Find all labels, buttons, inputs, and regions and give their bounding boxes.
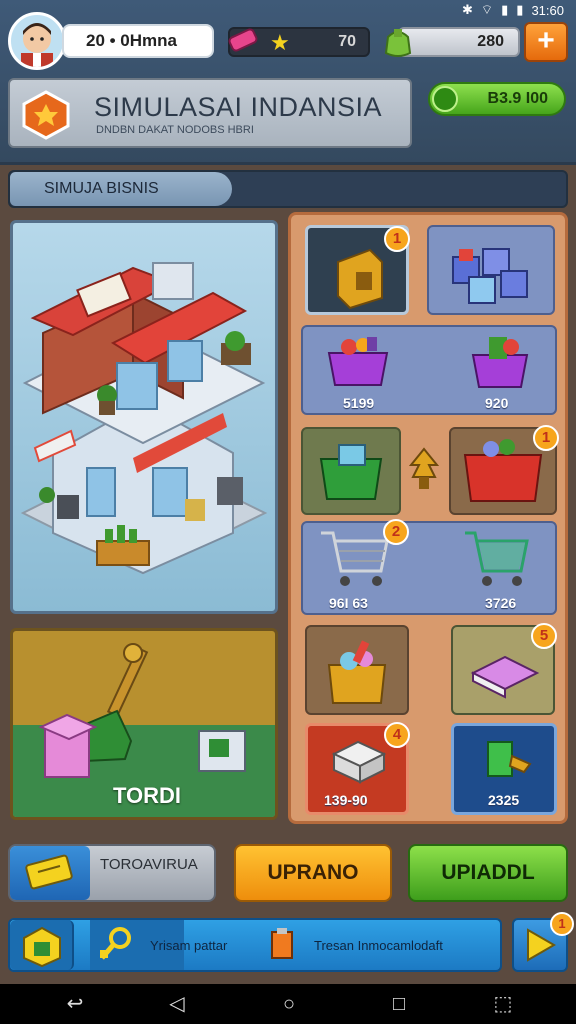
key-icon <box>100 927 131 960</box>
money-bag-icon <box>384 29 412 57</box>
alarm-icon: ✱ <box>462 2 473 17</box>
green-cart-icon <box>465 531 529 586</box>
browse-label: TOROAVIRUA <box>100 856 198 873</box>
status-bar: ✱ ⌔ ▮ ▮ 31:60 <box>462 2 564 18</box>
gem-counter[interactable]: ★ 70 <box>228 27 370 57</box>
shop-badge-icon <box>23 926 61 968</box>
green-tool-icon <box>487 741 532 777</box>
clock-text: 31:60 <box>531 2 564 18</box>
store-building-illustration <box>20 262 268 575</box>
item-badge: 2 <box>383 519 409 545</box>
clipboard-icon[interactable] <box>268 928 296 962</box>
section-strip: SIMUJA BISNIS <box>8 170 568 208</box>
item-cell-r1c2[interactable] <box>427 225 555 315</box>
tab-business-sim[interactable]: SIMUJA BISNIS <box>10 172 232 206</box>
item-price: 96I 63 <box>329 595 368 611</box>
back-arrow-icon[interactable]: ↩ <box>60 990 90 1018</box>
money-counter[interactable]: 280 <box>384 27 520 57</box>
item-cell-r6c2[interactable]: 2325 <box>451 723 557 815</box>
item-price: 139-90 <box>324 792 368 808</box>
home-circle-icon[interactable]: ○ <box>274 990 304 1018</box>
supply-scene[interactable]: TORDI <box>10 628 278 820</box>
cash-icon <box>432 86 458 112</box>
cash-value: B3.9 I00 <box>487 90 548 107</box>
item-row-4[interactable]: 2 96I 63 3726 <box>301 519 557 615</box>
browse-icon-box <box>10 846 90 900</box>
home-button[interactable] <box>10 920 74 970</box>
screenshot-icon[interactable]: ⬚ <box>488 990 518 1018</box>
next-badge: 1 <box>550 912 574 936</box>
game-subtitle: DNDBN DAKAT NODOBS HBRI <box>96 124 254 136</box>
upgrade-green-button[interactable]: UPIADDL <box>408 844 568 902</box>
item-cell-r3c2[interactable]: 1 <box>449 425 559 515</box>
item-badge: 1 <box>384 226 410 252</box>
gem-value: 70 <box>338 33 356 50</box>
player-name-badge[interactable]: 20 • 0Hmna <box>62 24 214 58</box>
shopping-cart-icon <box>321 531 389 586</box>
store-scene[interactable] <box>10 220 278 614</box>
item-price: 920 <box>485 395 509 411</box>
item-cell-r5c2[interactable]: 5 <box>451 623 557 715</box>
signal-icon: ▮ <box>501 2 509 17</box>
blue-boxes-icon <box>452 248 528 304</box>
wifi-icon: ⌔ <box>480 2 494 17</box>
section-label: SIMUJA BISNIS <box>44 180 159 197</box>
system-nav-bar: ↩ ◁ ○ □ ⬚ <box>0 984 576 1024</box>
supply-label: TORDI <box>112 783 182 808</box>
add-currency-button[interactable]: + <box>524 22 568 62</box>
browse-button[interactable]: TOROAVIRUA <box>8 844 216 902</box>
money-value: 280 <box>477 33 504 50</box>
game-title: SIMULASAI INDANSIA <box>94 92 383 122</box>
title-panel: SIMULASAI INDANSIA DNDBN DAKAT NODOBS HB… <box>8 78 412 148</box>
items-panel: 1 5199 920 1 2 96I 63 3726 5 4 139-90 23… <box>288 212 568 824</box>
recents-square-icon[interactable]: □ <box>384 990 414 1018</box>
bottom-toolbar: Yrisam pattar Tresan Inmocamlodaft <box>8 918 502 972</box>
avatar[interactable] <box>8 12 66 70</box>
back-triangle-icon[interactable]: ◁ <box>162 990 192 1018</box>
purple-basket-icon <box>327 337 389 386</box>
battery-icon: ▮ <box>516 2 524 17</box>
item-cell-r6c1[interactable]: 4 139-90 <box>305 722 410 815</box>
item-badge: 1 <box>533 425 559 451</box>
next-button[interactable]: 1 <box>512 912 574 972</box>
ticket-icon <box>25 854 73 890</box>
plant-icon <box>409 447 439 489</box>
tool-text: Tresan Inmocamlodaft <box>314 938 443 953</box>
star-icon: ★ <box>270 30 290 55</box>
item-badge: 5 <box>531 623 557 649</box>
item-price: 2325 <box>488 792 520 808</box>
cash-balance-button[interactable]: B3.9 I00 <box>428 82 566 116</box>
quest-text: Yrisam pattar <box>150 938 228 953</box>
item-price: 5199 <box>343 395 375 411</box>
item-price: 3726 <box>485 595 517 611</box>
open-box-icon <box>327 640 387 704</box>
item-cell-r5c1[interactable] <box>305 625 409 715</box>
item-cell-r3c1[interactable] <box>301 427 401 515</box>
item-row-2[interactable]: 5199 920 <box>301 325 557 415</box>
item-cell-r1c1[interactable]: 1 <box>305 225 410 315</box>
upgrade-orange-button[interactable]: UPRANO <box>234 844 392 902</box>
avatar-face-icon <box>21 23 53 67</box>
gem-icon <box>228 28 258 52</box>
hexagon-logo-icon <box>22 90 70 140</box>
green-bin-icon <box>319 444 383 500</box>
purple-bin-icon <box>471 337 529 388</box>
player-name-text: 20 • 0Hmna <box>86 31 177 50</box>
item-badge: 4 <box>384 722 410 748</box>
